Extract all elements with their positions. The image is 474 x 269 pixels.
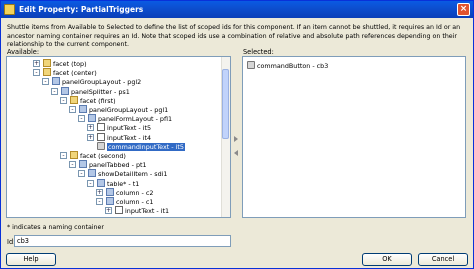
tree-node-label: facet (center) xyxy=(53,69,97,78)
tree-node-label: table* - t1 xyxy=(107,179,140,188)
folder-icon xyxy=(43,59,51,67)
tree-node-label: facet (second) xyxy=(80,152,126,160)
cancel-button[interactable]: Cancel xyxy=(418,253,468,266)
selected-item-label: commandButton - cb3 xyxy=(257,62,329,70)
collapse-icon[interactable]: - xyxy=(69,106,76,113)
comp-icon xyxy=(97,178,105,187)
collapse-icon[interactable]: - xyxy=(96,198,103,205)
comp-icon xyxy=(106,187,114,196)
tree-node-label: column - c2 xyxy=(116,188,154,197)
expand-icon[interactable]: + xyxy=(96,188,103,196)
collapse-icon[interactable]: - xyxy=(51,87,58,95)
list-item[interactable]: commandButton - cb3 xyxy=(247,61,328,71)
expand-icon[interactable]: + xyxy=(105,207,112,215)
tree-node[interactable]: + inputText - it1 xyxy=(105,206,170,216)
comp-icon xyxy=(88,169,96,178)
tree-node-label: commandinputText - it5 xyxy=(107,142,185,151)
title-bar[interactable]: Edit Property: PartialTriggers × xyxy=(1,1,473,18)
available-tree[interactable]: + facet (top) - facet (center) - panelGroupLa… xyxy=(6,56,231,218)
edit-property-dialog: Edit Property: PartialTriggers × Shuttle… xyxy=(0,0,474,269)
collapse-icon[interactable]: - xyxy=(42,78,49,86)
move-left-icon[interactable] xyxy=(234,150,238,156)
tree-node-label: panelGroupLayout - pgl1 xyxy=(89,106,169,114)
naming-container-note: * indicates a naming container xyxy=(7,224,105,231)
comp-icon xyxy=(88,114,96,123)
input-icon xyxy=(115,206,123,215)
comp-icon xyxy=(106,197,114,205)
collapse-icon[interactable]: - xyxy=(78,115,85,123)
comp-icon xyxy=(79,105,87,113)
folder-icon xyxy=(70,95,78,104)
tree-node-label: panelGroupLayout - pgl2 xyxy=(62,78,142,87)
folder-icon xyxy=(43,68,51,77)
selected-label: Selected: xyxy=(243,48,274,56)
collapse-icon[interactable]: - xyxy=(60,96,67,104)
move-right-icon[interactable] xyxy=(234,136,238,142)
comp-icon xyxy=(79,160,87,169)
input-icon xyxy=(97,132,105,141)
collapse-icon[interactable]: - xyxy=(33,69,40,77)
close-icon[interactable]: × xyxy=(457,3,470,16)
ok-button[interactable]: OK xyxy=(362,253,412,266)
app-icon xyxy=(4,4,15,15)
tree-scrollbar[interactable] xyxy=(221,57,230,217)
tree-node-label: inputText - it5 xyxy=(107,124,152,133)
dialog-title: Edit Property: PartialTriggers xyxy=(19,5,144,14)
collapse-icon[interactable]: - xyxy=(78,170,85,178)
shuttle-controls xyxy=(234,136,241,164)
folder-icon xyxy=(70,151,78,159)
scroll-thumb[interactable] xyxy=(222,69,229,139)
description-text: Shuttle items from Available to Selected… xyxy=(7,24,461,48)
tree-node-label: column - c1 xyxy=(116,198,154,206)
tree-node-label: facet (top) xyxy=(53,60,87,68)
expand-icon[interactable]: + xyxy=(87,133,94,141)
collapse-icon[interactable]: - xyxy=(60,152,67,159)
expand-icon[interactable]: + xyxy=(87,124,94,132)
command-button-icon xyxy=(247,61,255,69)
tree-node-label: inputText - it1 xyxy=(125,207,170,216)
tree-node-label: showDetailItem - sdi1 xyxy=(98,170,168,179)
selected-list[interactable]: commandButton - cb3 xyxy=(242,56,466,218)
available-label: Available: xyxy=(7,48,40,56)
tree-node-label: inputText - it4 xyxy=(107,133,152,142)
collapse-icon[interactable]: - xyxy=(69,161,76,169)
btn-icon xyxy=(97,141,105,150)
input-icon xyxy=(97,123,105,132)
comp-icon xyxy=(61,86,69,95)
help-button[interactable]: Help xyxy=(6,253,56,266)
comp-icon xyxy=(52,77,60,86)
tree-node-label: panelTabbed - pt1 xyxy=(89,161,147,170)
id-field[interactable] xyxy=(14,235,231,247)
tree-node-label: panelFormLayout - pfl1 xyxy=(98,115,173,124)
expand-icon[interactable]: + xyxy=(33,60,40,67)
collapse-icon[interactable]: - xyxy=(87,179,94,187)
tree-node-label: panelSplitter - ps1 xyxy=(71,87,130,96)
tree-node-label: facet (first) xyxy=(80,96,116,105)
